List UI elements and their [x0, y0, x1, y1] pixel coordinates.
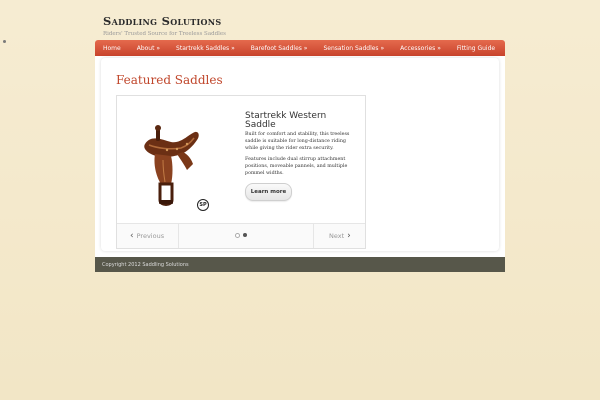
featured-slider: SP Startrekk Western Saddle Built for co… — [116, 95, 366, 249]
sp-badge-icon: SP — [197, 199, 209, 211]
next-button[interactable]: Next › — [313, 224, 365, 248]
previous-label: Previous — [136, 232, 165, 240]
main-content: Featured Saddles SP Startrekk Western Sa… — [95, 56, 505, 257]
sp-badge-text: SP — [199, 202, 207, 208]
slide-description-2: Features include dual stirrup attachment… — [245, 157, 348, 176]
nav-item-accessories[interactable]: Accessories » — [392, 45, 449, 52]
page-title: Featured Saddles — [116, 73, 223, 87]
slide-description-1: Built for comfort and stability, this tr… — [245, 132, 350, 151]
slide-description: Built for comfort and stability, this tr… — [245, 131, 355, 181]
pager-dot-1[interactable] — [235, 233, 240, 238]
nav-item-startrekk-saddles[interactable]: Startrekk Saddles » — [168, 45, 243, 52]
previous-button[interactable]: ‹ Previous — [117, 224, 179, 248]
nav-item-barefoot-saddles[interactable]: Barefoot Saddles » — [243, 45, 316, 52]
site-tagline: Riders' Trusted Source for Treeless Sadd… — [103, 31, 226, 37]
chevron-left-icon: ‹ — [130, 231, 134, 241]
content-panel: Featured Saddles SP Startrekk Western Sa… — [101, 58, 499, 251]
nav-item-sensation-saddles[interactable]: Sensation Saddles » — [315, 45, 392, 52]
chevron-right-icon: › — [347, 231, 351, 241]
site-header: Saddling Solutions Riders' Trusted Sourc… — [103, 14, 226, 37]
nav-item-about[interactable]: About » — [129, 45, 168, 52]
site-footer: Copyright 2012 Saddling Solutions — [95, 257, 505, 272]
site-title[interactable]: Saddling Solutions — [103, 14, 226, 28]
learn-more-button[interactable]: Learn more — [245, 183, 292, 201]
pager-dot-2[interactable] — [243, 233, 247, 237]
nav-item-home[interactable]: Home — [95, 45, 129, 52]
slider-pager — [235, 233, 247, 238]
stray-dot — [3, 40, 6, 43]
main-nav: Home About » Startrekk Saddles » Barefoo… — [95, 40, 505, 56]
slide-title: Startrekk Western Saddle — [245, 111, 327, 130]
nav-item-fitting-guide[interactable]: Fitting Guide — [449, 45, 503, 52]
next-label: Next — [329, 232, 345, 240]
slider-navigation: ‹ Previous Next › — [117, 223, 365, 248]
footer-copyright: Copyright 2012 Saddling Solutions — [102, 261, 189, 268]
